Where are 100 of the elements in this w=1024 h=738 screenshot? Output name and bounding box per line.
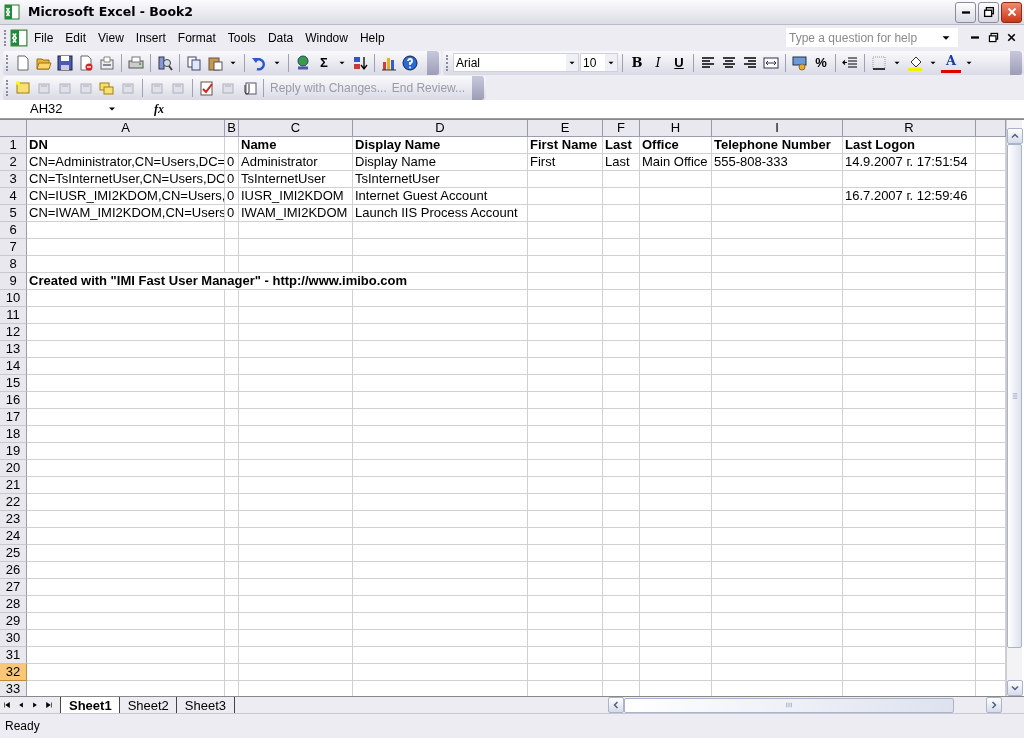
row-header[interactable]: 19 <box>0 443 27 460</box>
column-header[interactable]: C <box>239 120 353 137</box>
table-cell: Last <box>603 137 640 154</box>
row-header[interactable]: 13 <box>0 341 27 358</box>
table-cell <box>225 239 239 256</box>
table-cell: Name <box>239 137 353 154</box>
minimize-button[interactable] <box>955 1 976 23</box>
menu-item[interactable]: Edit <box>59 26 93 49</box>
row-header[interactable]: 15 <box>0 375 27 392</box>
table-cell <box>225 222 239 239</box>
table-cell <box>640 239 712 256</box>
row-header[interactable]: 17 <box>0 409 27 426</box>
table-cell <box>640 545 712 562</box>
row-header[interactable]: 6 <box>0 222 27 239</box>
font-name-field[interactable]: Arial <box>453 53 579 72</box>
menu-item[interactable]: Window <box>299 26 354 49</box>
table-cell: TsInternetUser <box>353 171 528 188</box>
table-cell <box>640 596 712 613</box>
table-cell <box>603 239 640 256</box>
scroll-left-button[interactable] <box>608 697 624 713</box>
table-cell <box>640 409 712 426</box>
font-color-button[interactable]: A <box>941 52 961 73</box>
row-header[interactable]: 3 <box>0 171 27 188</box>
table-cell <box>225 443 239 460</box>
column-header[interactable]: B <box>225 120 239 137</box>
row-header[interactable]: 33 <box>0 681 27 696</box>
table-cell <box>640 511 712 528</box>
column-header[interactable]: H <box>640 120 712 137</box>
bold-button[interactable]: B <box>627 51 647 74</box>
row-header[interactable]: 27 <box>0 579 27 596</box>
row-header[interactable]: 16 <box>0 392 27 409</box>
autosum-button[interactable]: Σ <box>314 51 334 74</box>
row-header[interactable]: 7 <box>0 239 27 256</box>
align-right-icon <box>742 54 758 71</box>
menu-item[interactable]: Data <box>261 26 300 49</box>
help-search-field[interactable]: Type a question for help <box>786 28 958 47</box>
table-cell: DN <box>27 137 225 154</box>
font-size-field[interactable]: 10 <box>580 53 618 72</box>
underline-button[interactable]: U <box>669 51 689 74</box>
percent-button[interactable]: % <box>811 51 831 74</box>
row-header[interactable]: 5 <box>0 205 27 222</box>
row-header[interactable]: 22 <box>0 494 27 511</box>
menu-item[interactable]: Tools <box>221 26 262 49</box>
table-cell <box>640 494 712 511</box>
column-header[interactable]: A <box>27 120 225 137</box>
row-header[interactable]: 29 <box>0 613 27 630</box>
row-header[interactable]: 30 <box>0 630 27 647</box>
table-cell <box>225 256 239 273</box>
table-cell <box>225 647 239 664</box>
row-header[interactable]: 31 <box>0 647 27 664</box>
row-header[interactable]: 25 <box>0 545 27 562</box>
table-cell <box>603 290 640 307</box>
row-header[interactable]: 20 <box>0 460 27 477</box>
row-header[interactable]: 32 <box>0 664 27 681</box>
table-cell: CN=Administrator,CN=Users,DC= <box>27 154 225 171</box>
menu-item[interactable]: Format <box>171 26 222 49</box>
row-header[interactable]: 24 <box>0 528 27 545</box>
row-header[interactable]: 23 <box>0 511 27 528</box>
row-header[interactable]: 2 <box>0 154 27 171</box>
column-header[interactable]: R <box>843 120 976 137</box>
restore-button[interactable] <box>978 1 999 23</box>
table-cell: Office <box>640 137 712 154</box>
table-cell: Last Logon <box>843 137 976 154</box>
column-header[interactable]: E <box>528 120 603 137</box>
table-cell <box>225 579 239 596</box>
row-header[interactable]: 11 <box>0 307 27 324</box>
menu-item[interactable]: View <box>92 26 130 49</box>
sheet-tab[interactable]: Sheet1 <box>60 697 121 713</box>
italic-button[interactable]: I <box>648 51 668 74</box>
row-header[interactable]: 28 <box>0 596 27 613</box>
scroll-right-button[interactable] <box>986 697 1002 713</box>
row-header[interactable]: 18 <box>0 426 27 443</box>
column-header[interactable]: F <box>603 120 640 137</box>
scroll-down-button[interactable] <box>1007 680 1023 696</box>
menu-item[interactable]: Help <box>353 26 391 49</box>
column-header[interactable]: D <box>353 120 528 137</box>
table-cell <box>640 171 712 188</box>
row-header[interactable]: 8 <box>0 256 27 273</box>
table-cell: Internet Guest Account <box>353 188 528 205</box>
row-header[interactable]: 1 <box>0 137 27 154</box>
sheet-tab[interactable]: Sheet3 <box>175 697 236 713</box>
scrollbar-thumb[interactable] <box>1007 144 1022 648</box>
menu-item[interactable]: File <box>28 26 60 49</box>
table-cell <box>640 358 712 375</box>
table-cell <box>603 375 640 392</box>
row-header[interactable]: 26 <box>0 562 27 579</box>
menu-item[interactable]: Insert <box>129 26 172 49</box>
table-cell <box>603 647 640 664</box>
scroll-up-button[interactable] <box>1007 128 1023 144</box>
row-header[interactable]: 21 <box>0 477 27 494</box>
row-header[interactable]: 9 <box>0 273 27 290</box>
row-header[interactable]: 14 <box>0 358 27 375</box>
table-cell: Created with "IMI Fast User Manager" - http://www.imibo.com <box>27 273 528 290</box>
row-header[interactable]: 4 <box>0 188 27 205</box>
column-header[interactable]: I <box>712 120 843 137</box>
close-button[interactable] <box>1001 1 1022 23</box>
row-header[interactable]: 10 <box>0 290 27 307</box>
scrollbar-thumb[interactable] <box>624 697 954 713</box>
status-text: Ready <box>5 717 40 735</box>
row-header[interactable]: 12 <box>0 324 27 341</box>
